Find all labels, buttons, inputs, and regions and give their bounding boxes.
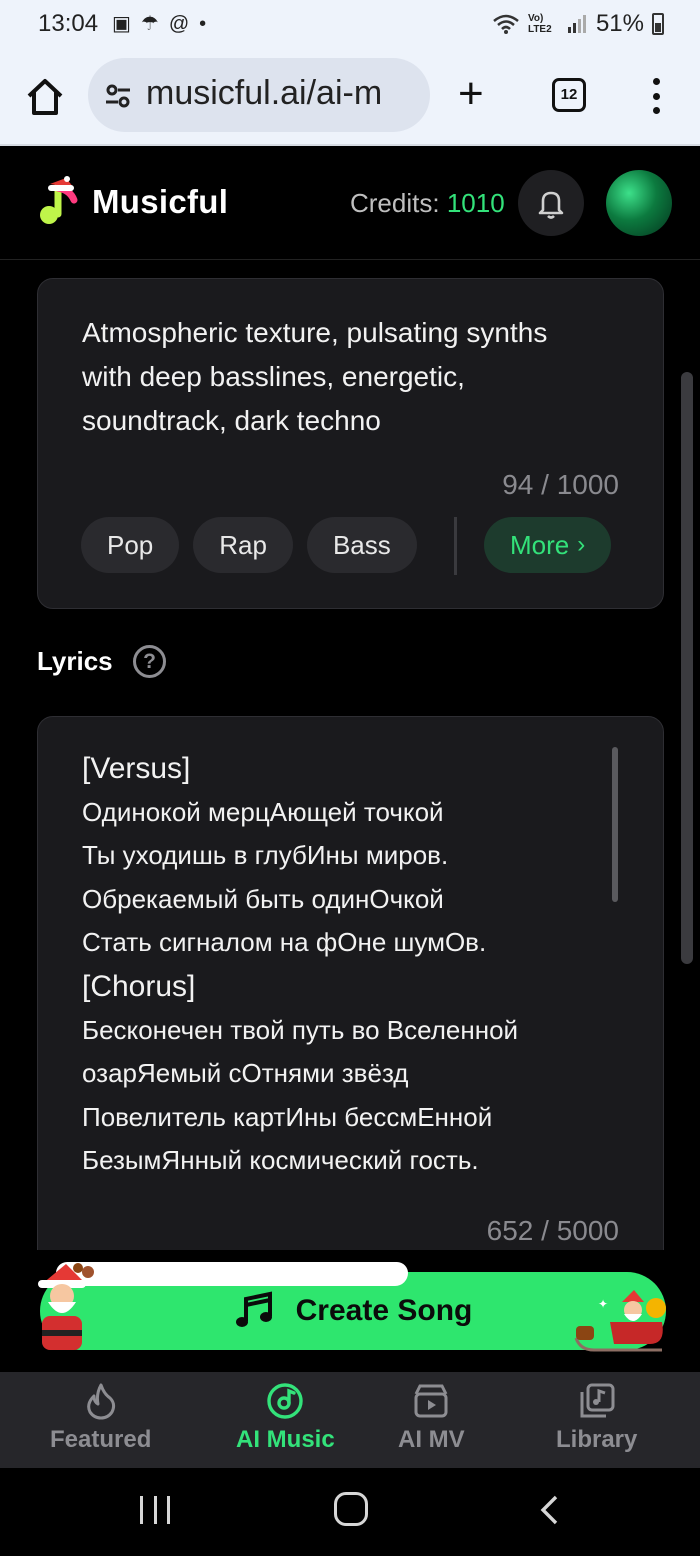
nav-label: AI Music	[236, 1426, 335, 1453]
lyrics-line: БезымЯнный космический гость.	[82, 1145, 479, 1176]
nav-label: Featured	[50, 1426, 152, 1453]
musicful-logo-icon	[40, 176, 78, 224]
system-home-button[interactable]	[334, 1492, 368, 1526]
santa-decoration-icon	[38, 1263, 94, 1350]
recents-button[interactable]	[140, 1496, 170, 1524]
more-genres-button[interactable]: More ›	[484, 517, 612, 573]
lyrics-line: Обрекаемый быть одинОчкой	[82, 883, 444, 914]
battery-percent: 51%	[595, 10, 644, 37]
genre-chips: Pop Rap Bass	[81, 517, 417, 573]
network-label: Vo) LTE2	[527, 13, 552, 35]
back-icon[interactable]	[536, 1494, 564, 1526]
lyrics-line: Стать сигналом на фОне шумОв.	[82, 927, 487, 958]
lyrics-line: [Chorus]	[82, 969, 196, 1003]
nav-item-library[interactable]: Library	[556, 1382, 637, 1454]
lyrics-input[interactable]: [Versus] Одинокой мерцАющей точкой Ты ух…	[82, 747, 602, 1183]
chips-divider	[454, 517, 457, 575]
page-scrollbar[interactable]	[681, 372, 693, 964]
status-right: Vo) LTE2 51%	[492, 10, 664, 38]
music-disc-icon	[267, 1383, 304, 1419]
credits-label: Credits:	[350, 188, 440, 218]
lyrics-heading: Lyrics	[37, 646, 113, 676]
nav-item-ai-mv[interactable]: AI MV	[398, 1382, 465, 1454]
image-icon: ▣	[112, 13, 131, 35]
lyrics-line: Одинокой мерцАющей точкой	[82, 796, 444, 827]
sleigh-decoration-icon: ✦	[574, 1290, 666, 1352]
lyrics-card: [Versus] Одинокой мерцАющей точкой Ты ух…	[37, 716, 664, 1276]
genre-chip-bass[interactable]: Bass	[306, 517, 417, 573]
svg-text:✦: ✦	[598, 1297, 608, 1311]
url-text[interactable]: musicful.ai/ai-m	[146, 74, 382, 113]
wifi-icon	[493, 14, 519, 34]
video-clapper-icon	[414, 1384, 448, 1418]
brand-name: Musicful	[92, 183, 229, 220]
style-prompt-input[interactable]: Atmospheric texture, pulsating synths wi…	[82, 311, 562, 443]
lyrics-line: Повелитель картИны бессмЕнной	[82, 1101, 493, 1132]
create-song-label: Create Song	[295, 1294, 473, 1327]
notification-icons: ▣ ☂ @ •	[112, 12, 206, 36]
genre-chip-rap[interactable]: Rap	[193, 517, 293, 573]
battery-icon	[652, 13, 664, 35]
nav-label: Library	[556, 1426, 638, 1453]
credits-display: Credits: 1010	[350, 188, 505, 219]
status-bar: 13:04 ▣ ☂ @ • Vo) LTE2 51%	[0, 0, 700, 52]
chevron-right-icon: ›	[577, 531, 586, 558]
lyrics-line: Бесконечен твой путь во Вселенной	[82, 1014, 519, 1045]
status-time: 13:04	[38, 10, 99, 37]
home-icon[interactable]	[24, 76, 66, 118]
lyrics-line: Ты уходишь в глубИны миров.	[82, 840, 449, 871]
new-tab-button[interactable]: +	[458, 72, 484, 116]
credits-value: 1010	[446, 188, 505, 218]
flame-icon	[86, 1383, 115, 1420]
signal-icon	[567, 15, 586, 33]
genre-chip-pop[interactable]: Pop	[81, 517, 180, 573]
bottom-navigation: Featured AI Music AI MV Library	[0, 1372, 700, 1468]
lyrics-char-count: 652 / 5000	[486, 1215, 619, 1246]
avatar[interactable]	[606, 170, 672, 236]
bell-icon	[538, 191, 564, 219]
lyrics-scrollbar[interactable]	[612, 747, 618, 902]
nav-label: AI MV	[398, 1426, 465, 1453]
music-notes-icon	[235, 1291, 272, 1327]
lyrics-line: озарЯемый сОтнями звёзд	[82, 1058, 409, 1089]
dot-icon: •	[199, 13, 207, 35]
nav-item-ai-music[interactable]: AI Music	[236, 1382, 335, 1454]
browser-toolbar: musicful.ai/ai-m + 12	[0, 52, 700, 146]
logo[interactable]: Musicful	[36, 176, 228, 228]
more-label: More	[510, 529, 570, 560]
help-icon[interactable]: ?	[133, 645, 166, 678]
style-char-count: 94 / 1000	[502, 469, 619, 500]
system-navigation-bar	[0, 1468, 700, 1556]
create-song-area: Create Song ✦	[0, 1250, 700, 1372]
nav-item-featured[interactable]: Featured	[50, 1382, 151, 1454]
site-settings-icon[interactable]	[104, 82, 132, 110]
tab-switcher-button[interactable]: 12	[552, 78, 586, 112]
app-header: Musicful Credits: 1010	[0, 148, 700, 260]
style-prompt-card: Atmospheric texture, pulsating synths wi…	[37, 278, 664, 609]
browser-menu-button[interactable]	[650, 78, 662, 114]
lyrics-line: [Versus]	[82, 752, 191, 785]
address-bar[interactable]: musicful.ai/ai-m	[88, 58, 430, 132]
notifications-button[interactable]	[518, 170, 584, 236]
library-icon	[580, 1383, 615, 1418]
snow-decoration	[56, 1262, 408, 1286]
at-icon: @	[168, 13, 190, 35]
umbrella-icon: ☂	[140, 13, 159, 35]
